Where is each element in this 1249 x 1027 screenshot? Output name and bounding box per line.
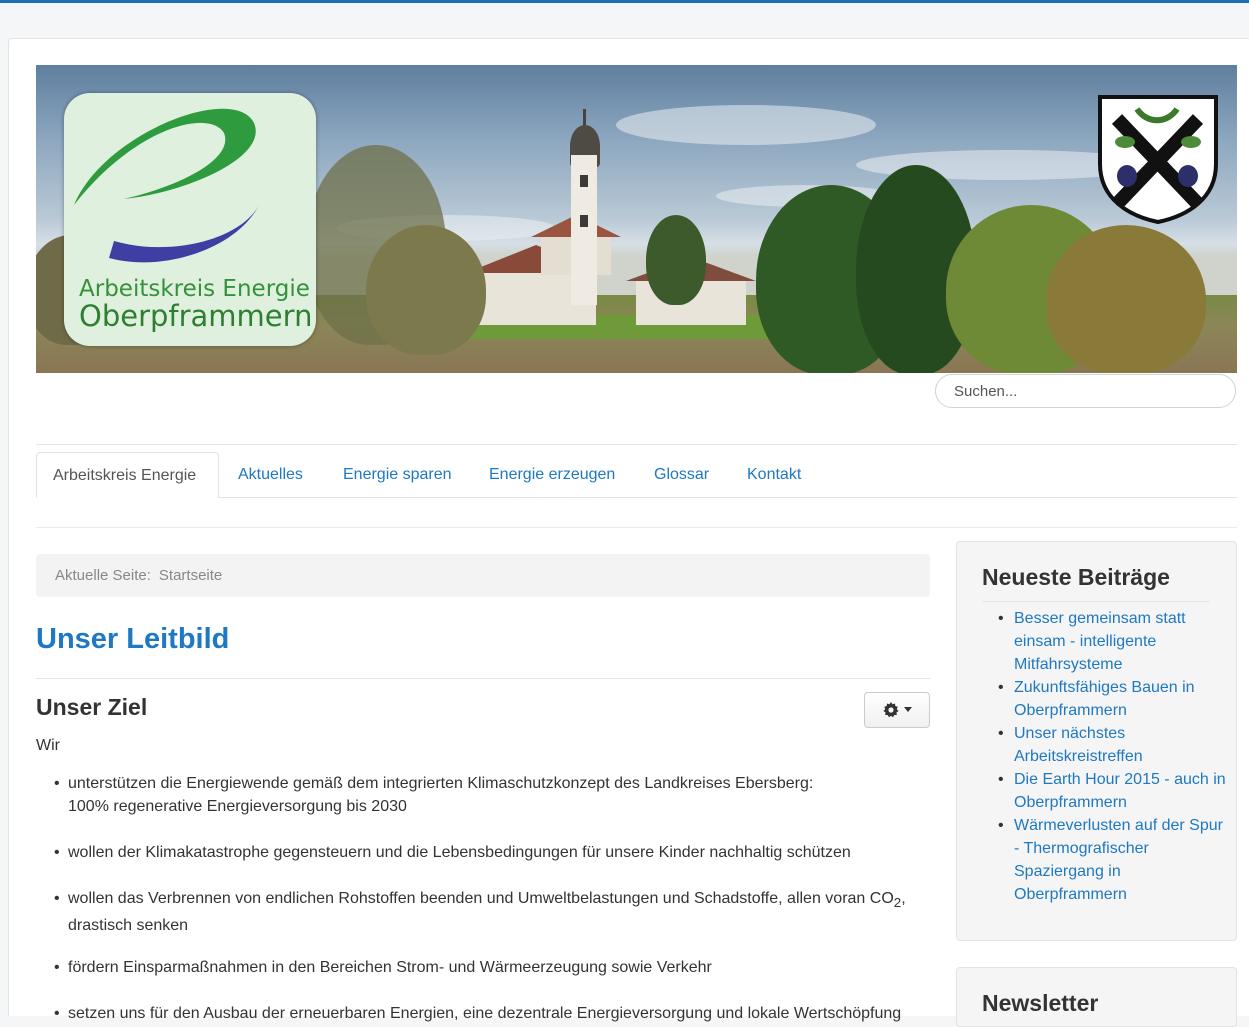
- latest-posts-title: Neueste Beiträge: [982, 564, 1170, 590]
- breadcrumb-prefix: Aktuelle Seite:: [55, 567, 151, 584]
- tower-window: [580, 175, 588, 187]
- energy-e-icon: [74, 108, 260, 263]
- latest-posts-module: Neueste Beiträge Besser gemeinsam statt …: [956, 541, 1237, 941]
- page-title[interactable]: Unser Leitbild: [36, 623, 229, 656]
- bullet-line: unterstützen die Energiewende gemäß dem …: [68, 775, 814, 792]
- intro-text: Wir: [36, 737, 60, 754]
- cloud: [616, 105, 876, 145]
- tab-glossar[interactable]: Glossar: [654, 452, 709, 497]
- list-item: Wärmeverlusten auf der Spur - Thermograf…: [982, 814, 1227, 906]
- post-link[interactable]: Die Earth Hour 2015 - auch in Oberpframm…: [1014, 771, 1226, 811]
- post-link[interactable]: Besser gemeinsam statt einsam - intellig…: [1014, 610, 1186, 673]
- gear-icon: [882, 702, 899, 718]
- bullet-line: wollen das Verbrennen von endlichen Rohs…: [68, 890, 894, 907]
- bullet-line-end: ,: [901, 890, 906, 907]
- list-item: Unser nächstes Arbeitskreistreffen: [982, 722, 1227, 768]
- divider: [36, 678, 930, 679]
- divider: [36, 527, 1237, 528]
- tab-aktuelles[interactable]: Aktuelles: [238, 452, 303, 497]
- bullet-line: fördern Einsparmaßnahmen in den Bereiche…: [68, 959, 712, 976]
- tree: [366, 225, 486, 355]
- tab-kontakt[interactable]: Kontakt: [747, 452, 801, 497]
- page-container: Arbeitskreis Energie Oberpframmern Arbei…: [8, 38, 1249, 1027]
- section-heading: Unser Ziel: [36, 694, 148, 720]
- list-item: fördern Einsparmaßnahmen in den Bereiche…: [36, 956, 936, 979]
- breadcrumb: Aktuelle Seite: Startseite: [36, 554, 930, 597]
- post-link[interactable]: Wärmeverlusten auf der Spur - Thermograf…: [1014, 817, 1223, 903]
- bullet-line: wollen der Klimakatastrophe gegensteuern…: [68, 844, 851, 861]
- divider: [36, 444, 1237, 445]
- post-link[interactable]: Unser nächstes Arbeitskreistreffen: [1014, 725, 1143, 765]
- tab-energie-sparen[interactable]: Energie sparen: [343, 452, 452, 497]
- newsletter-title: Newsletter: [982, 990, 1099, 1016]
- site-logo[interactable]: Arbeitskreis Energie Oberpframmern: [64, 93, 316, 346]
- breadcrumb-current: Startseite: [158, 567, 223, 584]
- coat-of-arms: [1097, 94, 1219, 225]
- tree: [646, 215, 706, 305]
- post-link[interactable]: Zukunftsfähiges Bauen in Oberpframmern: [1014, 679, 1195, 719]
- header-banner: Arbeitskreis Energie Oberpframmern: [36, 65, 1237, 373]
- caret-down-icon: [903, 707, 912, 712]
- latest-posts-list: Besser gemeinsam statt einsam - intellig…: [982, 607, 1227, 906]
- tree: [1046, 225, 1206, 373]
- list-item: unterstützen die Energiewende gemäß dem …: [36, 772, 936, 818]
- list-item: Besser gemeinsam statt einsam - intellig…: [982, 607, 1227, 676]
- newsletter-module: Newsletter: [956, 967, 1237, 1027]
- list-item: Die Earth Hour 2015 - auch in Oberpframm…: [982, 768, 1227, 814]
- article-tools-button[interactable]: [864, 692, 930, 728]
- bullet-line: drastisch senken: [68, 917, 189, 935]
- list-item: wollen das Verbrennen von endlichen Rohs…: [36, 887, 936, 937]
- list-item: wollen der Klimakatastrophe gegensteuern…: [36, 841, 936, 864]
- search-input[interactable]: [935, 374, 1236, 408]
- logo-line-2: Oberpframmern: [79, 299, 313, 333]
- tab-arbeitskreis-energie[interactable]: Arbeitskreis Energie: [36, 452, 219, 498]
- list-item: setzen uns für den Ausbau der erneuerbar…: [36, 1002, 936, 1025]
- bullet-line: 100% regenerative Energieversorgung bis …: [68, 798, 407, 815]
- top-accent-bar: [0, 0, 1249, 10]
- divider: [982, 601, 1210, 602]
- tower-window: [580, 215, 588, 227]
- list-item: Zukunftsfähiges Bauen in Oberpframmern: [982, 676, 1227, 722]
- tab-energie-erzeugen[interactable]: Energie erzeugen: [489, 452, 615, 497]
- main-nav: Arbeitskreis Energie Aktuelles Energie s…: [36, 452, 1237, 498]
- bullet-line: setzen uns für den Ausbau der erneuerbar…: [68, 1005, 902, 1022]
